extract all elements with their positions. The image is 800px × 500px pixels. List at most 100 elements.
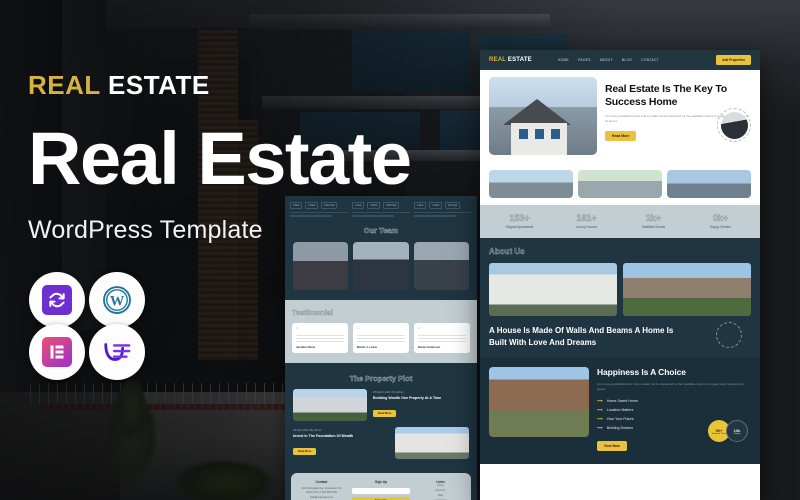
stat-item: 161+ Luxury Houses [553,213,620,229]
text-placeholder-line [418,334,466,336]
hero-thumbnail-row [480,170,760,205]
badge-wpbakery[interactable] [89,324,145,380]
svg-text:W: W [110,294,125,310]
elementor-icon [42,337,72,367]
happiness-view-now-button[interactable]: View Now [597,441,627,452]
blog-section: The Property Plot 25 March 2024 / By Adm… [285,363,477,466]
blog-post-text: 18 April 2024 / By Admin Invest In The F… [293,429,389,457]
blog-read-more-button[interactable]: Read More [293,448,317,456]
coin-label: Clients [733,432,741,435]
stat-number: 2k+ [645,213,662,224]
mockup-nav-menu: HOME PAGES ABOUT BLOG CONTACT [558,58,659,62]
hero-house-wall [511,123,567,155]
brand-logo-gold: REAL [28,70,101,100]
technology-badges: W [29,272,147,380]
stat-number: 0k+ [712,213,729,224]
happiness-section: Happiness Is A Choice It is a long estab… [480,357,760,465]
footer-contact-title: Contact [315,480,328,485]
about-section-title: About Us [489,247,525,257]
team-member-name: Emma Robinson [293,242,348,286]
stat-item: 0k+ Happy Owners [687,213,754,229]
hero-house-roof [503,99,571,125]
mockup-logo[interactable]: REAL ESTATE [489,57,532,63]
add-properties-button[interactable]: Add Properties [716,55,751,65]
blog-section-title: The Property Plot [349,374,413,384]
mockup-logo-gold: REAL [489,57,507,63]
property-thumbnail[interactable] [578,170,662,198]
blog-post-title: Building Wealth One Property At A Time [373,396,442,401]
team-member-card[interactable]: Emma Robinson [293,241,349,290]
stat-label: Luxury Houses [575,225,598,229]
about-section: About Us A House Is Made Of Walls And Be… [480,238,760,358]
hero-read-more-button[interactable]: Read More [605,130,637,141]
quote-icon: “ [357,326,360,333]
text-placeholder-line [357,334,405,336]
happiness-list-item: ⟶ Own Your Future [597,416,751,421]
team-member-name: Thomas Miller [353,242,408,286]
happiness-paragraph: It is a long established fact that a rea… [597,382,745,392]
nav-item-pages[interactable]: PAGES [578,58,591,62]
happiness-item-label: Location Matters [606,407,634,412]
blog-post-row[interactable]: 18 April 2024 / By Admin Invest In The F… [293,427,469,460]
footer-contact-text: 1234 Springdale Ave, Greenwood, CA 90210… [301,486,342,499]
page-title: Real Estate [28,117,412,200]
coin-label: Satisfied Client [711,432,727,435]
footer-signup-title: Sign Up [374,480,388,485]
testimonial-card[interactable]: “ Martin J. Lewis [353,322,409,354]
quote-icon: “ [418,326,421,333]
text-placeholder-line [296,334,344,336]
arrow-icon: ⟶ [597,416,603,422]
hero-house-window [535,129,544,139]
nav-item-home[interactable]: HOME [558,58,569,62]
testimonial-card[interactable]: “ Jennifer Davis [292,322,348,354]
happiness-text: Happiness Is A Choice It is a long estab… [597,367,751,452]
team-member-card[interactable]: Olivia Brooks [413,241,469,290]
badge-sync[interactable] [29,272,85,328]
text-placeholder-line [357,337,405,340]
nav-item-about[interactable]: ABOUT [600,58,613,62]
sync-icon [42,285,72,315]
footer-links-column: Links Home About Us Blog Contact Us FAQ [418,480,463,500]
happiness-item-label: Own Your Future [606,416,634,421]
page-subtitle: WordPress Template [28,216,263,245]
blog-post-date: 25 March 2024 / By Admin [373,391,404,395]
about-image [489,263,617,316]
nav-item-blog[interactable]: BLOG [622,58,632,62]
footer-signup-column: Sign Up Subscribe [351,480,411,500]
brand-logo: REAL ESTATE [28,72,498,98]
team-member-card[interactable]: Thomas Miller [353,241,409,290]
text-placeholder-line [296,337,344,340]
badge-wordpress[interactable]: W [89,272,145,328]
stat-number: 153+ [509,213,530,224]
text-placeholder-line [296,341,344,343]
footer-email-input[interactable] [351,488,411,495]
stat-label: Satisfied Guests [641,225,666,229]
website-mockup[interactable]: REAL ESTATE HOME PAGES ABOUT BLOG CONTAC… [480,50,760,500]
hero-house-window [519,129,528,139]
team-member-name: Olivia Brooks [414,242,469,286]
blog-post-image [293,389,367,422]
text-placeholder-line [418,337,466,340]
text-placeholder-line [357,341,405,343]
property-thumbnail[interactable] [667,170,751,198]
stat-item: 2k+ Satisfied Guests [620,213,687,229]
testimonial-author: Jennifer Davis [296,345,316,350]
mockup-navbar: REAL ESTATE HOME PAGES ABOUT BLOG CONTAC… [480,50,760,70]
about-image-row [489,263,751,316]
testimonial-card[interactable]: “ Daniel Anderson [414,322,470,354]
wpbakery-icon [104,343,131,361]
text-placeholder-line [418,341,466,343]
footer-panel: Contact 1234 Springdale Ave, Greenwood, … [291,473,471,500]
hero-avatar [717,108,751,142]
blog-read-more-button[interactable]: Read More [373,410,397,418]
arrow-icon: ⟶ [597,407,603,413]
happiness-house-image [489,367,589,438]
blog-post-title: Invest In The Foundation Of Wealth [293,434,354,439]
nav-item-contact[interactable]: CONTACT [641,58,659,62]
badge-elementor[interactable] [29,324,85,380]
property-thumbnail[interactable] [489,170,573,198]
blog-post-row[interactable]: 25 March 2024 / By Admin Building Wealth… [293,389,469,422]
about-image [623,263,751,316]
arrow-icon: ⟶ [597,425,603,431]
happiness-list-item: ⟶ Location Matters [597,407,751,412]
